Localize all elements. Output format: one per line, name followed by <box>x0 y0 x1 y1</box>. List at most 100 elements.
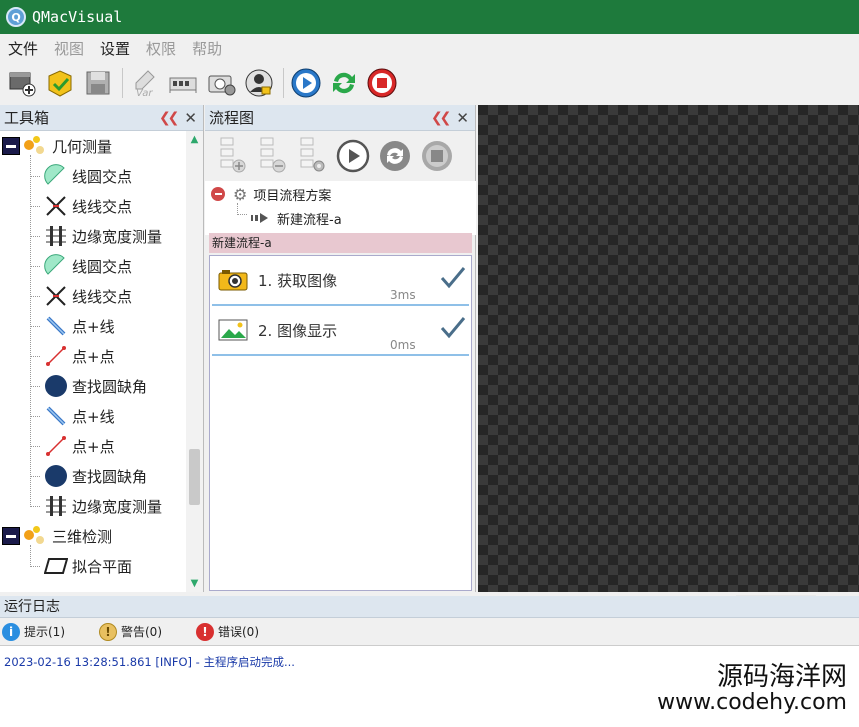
collapse-panel-icon[interactable]: ❮❮ <box>159 110 180 126</box>
io-card-icon[interactable] <box>165 65 201 101</box>
toolbox-item[interactable]: 查找圆缺角 <box>30 371 147 401</box>
item-label: 边缘宽度测量 <box>72 497 163 516</box>
toolbox-tree: 几何测量 线圆交点 线线交点 边缘宽度测量 线圆交点 线线交点 点+线 点+点 查找圆缺角 点+线… <box>0 131 186 592</box>
save-icon[interactable] <box>80 65 116 101</box>
main-toolbar: Var <box>0 62 859 104</box>
scrollbar-thumb[interactable] <box>189 449 200 505</box>
tree-guide-line <box>30 545 31 567</box>
tree-connector <box>30 355 40 357</box>
tree-connector <box>30 445 40 447</box>
item-label: 线线交点 <box>72 197 133 216</box>
scroll-down-icon[interactable]: ▼ <box>186 575 203 592</box>
item-label: 查找圆缺角 <box>72 377 148 396</box>
open-project-icon[interactable] <box>42 65 78 101</box>
svg-text:Var: Var <box>136 88 153 98</box>
step-label: 1. 获取图像 <box>258 272 338 290</box>
menu-settings[interactable]: 设置 <box>92 38 138 59</box>
remove-flow-icon[interactable] <box>255 136 289 176</box>
toolbox-item[interactable]: 点+线 <box>30 401 115 431</box>
project-node[interactable]: ⚙ 项目流程方案 <box>211 183 331 205</box>
toolbox-item[interactable]: 点+线 <box>30 311 115 341</box>
variable-icon[interactable]: Var <box>127 65 163 101</box>
toolbox-item[interactable]: 边缘宽度测量 <box>30 221 162 251</box>
toolbox-item[interactable]: 线线交点 <box>30 191 132 221</box>
point-line-icon <box>44 314 68 338</box>
menu-help[interactable]: 帮助 <box>184 38 230 59</box>
collapse-group-icon[interactable] <box>2 137 20 155</box>
flow-stop-icon[interactable] <box>419 138 455 174</box>
log-filter-error[interactable]: ! 错误(0) <box>196 622 259 641</box>
filter-label: 错误(0) <box>218 625 259 639</box>
toolbox-item[interactable]: 点+点 <box>30 341 115 371</box>
toolbox-item[interactable]: 线圆交点 <box>30 161 132 191</box>
gear-icon: ⚙ <box>233 184 248 204</box>
info-icon: i <box>2 622 20 641</box>
line-cross-icon <box>44 284 68 308</box>
image-viewer[interactable] <box>478 105 859 598</box>
stop-icon[interactable] <box>364 65 400 101</box>
menu-bar: 文件 视图 设置 权限 帮助 <box>0 34 859 62</box>
checkmark-icon <box>440 267 466 289</box>
flow-step[interactable]: 1. 获取图像 3ms <box>212 258 469 306</box>
step-label: 2. 图像显示 <box>258 322 338 340</box>
flow-step[interactable]: 2. 图像显示 0ms <box>212 308 469 356</box>
close-panel-icon[interactable]: ✕ <box>456 109 469 127</box>
menu-file[interactable]: 文件 <box>0 38 46 59</box>
scroll-up-icon[interactable]: ▲ <box>186 131 203 148</box>
toolbox-group[interactable]: 几何测量 <box>0 131 112 161</box>
edge-width-icon <box>44 494 68 518</box>
tree-connector <box>30 415 40 417</box>
flow-run-icon[interactable] <box>335 138 371 174</box>
point-line-icon <box>44 404 68 428</box>
add-flow-icon[interactable] <box>215 136 249 176</box>
point-point-icon <box>44 344 68 368</box>
tree-connector <box>30 235 40 237</box>
collapse-panel-icon[interactable]: ❮❮ <box>431 110 452 126</box>
checkmark-icon <box>440 317 466 339</box>
error-icon: ! <box>196 622 214 641</box>
point-point-icon <box>44 434 68 458</box>
user-login-icon[interactable] <box>241 65 277 101</box>
toolbox-item[interactable]: 线线交点 <box>30 281 132 311</box>
toolbox-item[interactable]: 边缘宽度测量 <box>30 491 162 521</box>
log-filter-bar: i 提示(1) ! 警告(0) ! 错误(0) <box>0 618 859 646</box>
tree-connector <box>30 205 40 207</box>
flow-header: 流程图 ❮❮ ✕ <box>205 105 475 131</box>
title-bar: Q QMacVisual <box>0 0 859 34</box>
toolbox-panel: 工具箱 ❮❮ ✕ 几何测量 线圆交点 线线交点 边缘宽度测量 线圆交点 线线交点 点+线 点+… <box>0 105 204 592</box>
toolbox-item[interactable]: 点+点 <box>30 431 115 461</box>
toolbox-scrollbar[interactable]: ▲ ▼ <box>186 131 203 592</box>
close-panel-icon[interactable]: ✕ <box>184 109 197 127</box>
camera-icon <box>218 270 248 291</box>
log-filter-warning[interactable]: ! 警告(0) <box>99 622 162 641</box>
menu-permissions[interactable]: 权限 <box>138 38 184 59</box>
app-logo-icon: Q <box>6 7 26 27</box>
flow-settings-icon[interactable] <box>295 136 329 176</box>
collapse-group-icon[interactable] <box>2 527 20 545</box>
log-title: 运行日志 <box>0 596 859 618</box>
selected-flow-bar[interactable]: 新建流程-a <box>209 233 472 253</box>
item-label: 拟合平面 <box>72 557 133 576</box>
run-once-icon[interactable] <box>288 65 324 101</box>
flow-loop-icon[interactable] <box>377 138 413 174</box>
tree-guide-line <box>30 155 31 507</box>
run-loop-icon[interactable] <box>326 65 362 101</box>
collapse-node-icon[interactable] <box>211 187 225 201</box>
toolbox-item[interactable]: 线圆交点 <box>30 251 132 281</box>
new-project-icon[interactable] <box>4 65 40 101</box>
tree-connector <box>30 265 40 267</box>
tree-connector <box>30 325 40 327</box>
item-label: 线线交点 <box>72 287 133 306</box>
toolbox-item[interactable]: 拟合平面 <box>30 551 132 581</box>
flow-arrow-icon <box>251 213 268 223</box>
flow-tree: ⚙ 项目流程方案 新建流程-a <box>205 181 476 235</box>
flow-label: 新建流程-a <box>277 212 342 228</box>
group-label: 三维检测 <box>52 527 113 546</box>
toolbox-group[interactable]: 三维检测 <box>0 521 112 551</box>
item-label: 点+点 <box>72 437 115 456</box>
toolbox-item[interactable]: 查找圆缺角 <box>30 461 147 491</box>
camera-settings-icon[interactable] <box>203 65 239 101</box>
flow-node[interactable]: 新建流程-a <box>251 207 342 229</box>
menu-view[interactable]: 视图 <box>46 38 92 59</box>
log-filter-info[interactable]: i 提示(1) <box>2 622 65 641</box>
